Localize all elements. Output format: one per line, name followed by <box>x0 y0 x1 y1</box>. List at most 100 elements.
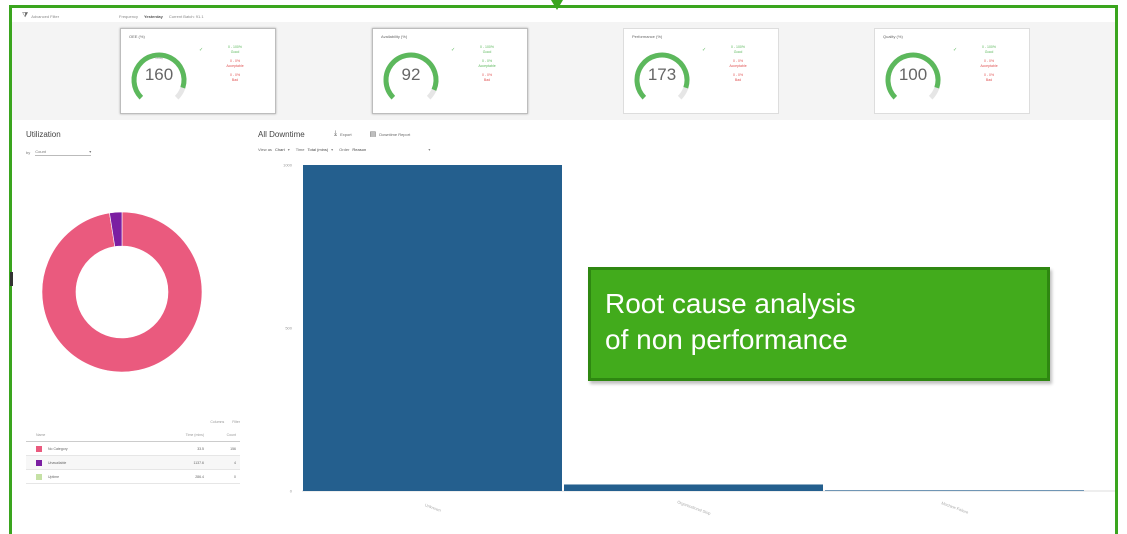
x-tick-label: Machine Failure <box>941 500 970 515</box>
chevron-down-icon: ▾ <box>331 147 334 152</box>
view-as-select[interactable]: View as Chart ▾ <box>258 147 290 152</box>
export-label: Export <box>340 131 352 137</box>
utilization-title: Utilization <box>26 130 61 139</box>
batch-meta: Frequency Yesterday Current Batch: 91.1 <box>119 14 204 19</box>
kpi-card[interactable]: Performance (%) 173 ✓ 0 - 100% Good 0 - 0% Acc… <box>623 28 779 114</box>
callout-line-1: Root cause analysis <box>605 288 856 319</box>
bar-2 <box>564 484 823 491</box>
frequency-label: Frequency <box>119 13 138 19</box>
cell-count: 4 <box>234 460 236 465</box>
kpi-thresholds: 0 - 100% Good 0 - 0% Acceptable 0 - 0% Bad <box>457 45 517 83</box>
threshold-label: Bad <box>985 78 993 82</box>
legend-swatch <box>36 445 42 452</box>
col-name[interactable]: Name <box>26 433 156 437</box>
downtime-title: All Downtime <box>258 130 305 139</box>
bar-1 <box>303 165 562 491</box>
time-label: Time <box>295 147 305 152</box>
export-button[interactable]: ⤓ Export <box>334 130 352 138</box>
kpi-title: OEE (%) <box>129 34 145 39</box>
kpi-value: 100 <box>898 65 928 84</box>
table-body: No Category 33.5 156 Unavailable 1137.6 4 Upti… <box>26 442 240 484</box>
chevron-down-icon: ▾ <box>428 147 431 152</box>
check-icon: ✓ <box>953 47 958 53</box>
utilization-by-label: by <box>26 150 31 155</box>
check-icon: ✓ <box>199 47 204 53</box>
time-value: Total (mins) <box>307 147 329 152</box>
table-row[interactable]: Unavailable 1137.6 4 <box>26 456 240 470</box>
kpi-card[interactable]: Quality (%) 100 ✓ 0 - 100% Good 0 - 0% Accepta… <box>874 28 1030 114</box>
order-value: Reason <box>352 147 367 152</box>
kpi-title: Availability (%) <box>381 34 408 39</box>
view-as-value: Chart <box>274 147 285 152</box>
check-icon: ✓ <box>451 47 456 53</box>
document-icon: ▤ <box>369 131 377 138</box>
chevron-down-icon: ▾ <box>287 147 290 152</box>
kpi-value: 173 <box>647 65 677 84</box>
chevron-down-icon: ▾ <box>89 149 92 154</box>
downtime-report-button[interactable]: ▤ Downtime Report <box>370 130 411 138</box>
time-select[interactable]: Time Total (mins) ▾ <box>296 147 333 152</box>
columns-button[interactable]: Columns <box>210 420 224 424</box>
root-cause-callout: Root cause analysis of non performance <box>588 267 1050 381</box>
threshold-label: Bad <box>734 78 742 82</box>
table-header: Name Time (mins) Count <box>26 429 240 442</box>
threshold-label: Bad <box>483 78 491 82</box>
utilization-by-value: Count <box>35 149 46 154</box>
kpi-thresholds: 0 - 100% Good 0 - 0% Acceptable 0 - 0% Bad <box>959 45 1019 83</box>
kpi-band: OEE (%) Today 160 ✓ 0 - 100% Good 0 - 0% Accept… <box>12 22 1115 120</box>
downtime-report-label: Downtime Report <box>379 131 411 137</box>
frequency-value[interactable]: Yesterday <box>144 14 163 19</box>
callout-line-2: of non performance <box>605 324 848 355</box>
col-count[interactable]: Count <box>204 433 236 437</box>
table-toolbar: Columns Filter <box>26 415 240 429</box>
cell-count: 156 <box>230 446 236 451</box>
cell-time: 286.4 <box>195 474 204 479</box>
cell-count: 0 <box>234 474 236 479</box>
threshold-label: Bad <box>231 78 239 82</box>
table-row[interactable]: No Category 33.5 156 <box>26 442 240 456</box>
check-icon: ✓ <box>702 47 707 53</box>
cell-time: 33.5 <box>197 446 204 451</box>
legend-swatch <box>36 473 42 480</box>
order-field: Reason ▾ <box>352 147 430 152</box>
view-as-label: View as <box>258 147 272 152</box>
downtime-actions: ⤓ Export ▤ Downtime Report <box>334 130 410 138</box>
utilization-by-select[interactable]: Count ▾ <box>35 149 92 156</box>
download-icon: ⤓ <box>334 130 338 137</box>
y-tick-label: 500 <box>285 326 292 331</box>
kpi-card[interactable]: Availability (%) 92 ✓ 0 - 100% Good 0 - 0% Acc… <box>372 28 528 114</box>
kpi-title: Quality (%) <box>883 34 903 39</box>
kpi-value: 160 <box>144 65 174 84</box>
utilization-donut <box>42 211 202 373</box>
row-name: Uptime <box>48 474 60 479</box>
utilization-table: Columns Filter Name Time (mins) Count No… <box>26 415 240 484</box>
top-filter-bar: ⧩ Advanced Filter Frequency Yesterday Cu… <box>22 9 204 23</box>
col-time[interactable]: Time (mins) <box>156 433 204 437</box>
bar-3 <box>825 490 1084 491</box>
gauge-sub-label: Today <box>154 56 163 60</box>
x-tick-label: Organizational Stop <box>677 499 712 516</box>
cell-name: Uptime <box>26 473 156 480</box>
y-tick-label: 0 <box>290 489 293 494</box>
table-row[interactable]: Uptime 286.4 0 <box>26 470 240 484</box>
current-batch: Current Batch: 91.1 <box>168 13 204 19</box>
legend-swatch <box>36 459 42 466</box>
cell-name: Unavailable <box>26 459 156 466</box>
advanced-filter-button[interactable]: ⧩ Advanced Filter <box>22 12 59 20</box>
utilization-by-control: by Count ▾ <box>26 149 92 156</box>
row-name: No Category <box>48 446 68 451</box>
kpi-card[interactable]: OEE (%) Today 160 ✓ 0 - 100% Good 0 - 0% Accept… <box>120 28 276 114</box>
collapse-handle[interactable] <box>10 272 13 286</box>
x-tick-label: Unknown <box>424 502 441 512</box>
kpi-thresholds: 0 - 100% Good 0 - 0% Acceptable 0 - 0% Bad <box>205 45 265 83</box>
row-name: Unavailable <box>48 460 67 465</box>
kpi-title: Performance (%) <box>632 34 663 39</box>
y-tick-label: 1000 <box>283 163 293 168</box>
kpi-value: 92 <box>401 65 421 84</box>
downtime-controls: View as Chart ▾ Time Total (mins) ▾ Orde… <box>258 147 430 152</box>
advanced-filter-label: Advanced Filter <box>31 13 60 19</box>
order-select[interactable]: Order Reason ▾ <box>339 147 430 152</box>
filter-button[interactable]: Filter <box>232 420 240 424</box>
kpi-thresholds: 0 - 100% Good 0 - 0% Acceptable 0 - 0% Bad <box>708 45 768 83</box>
cell-time: 1137.6 <box>193 460 204 465</box>
